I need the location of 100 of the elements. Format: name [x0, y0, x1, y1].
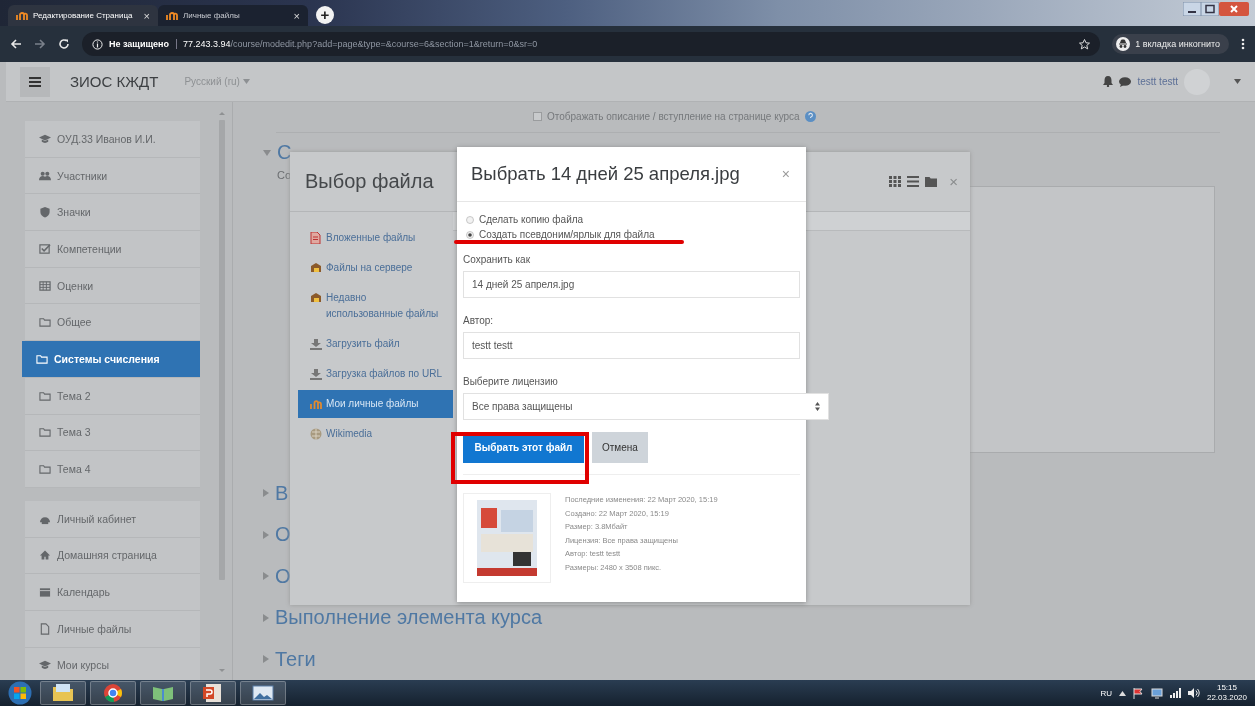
- repository-item[interactable]: Загрузка файлов по URL: [290, 360, 453, 388]
- sidebar-item[interactable]: Общее: [25, 304, 200, 342]
- monitor-icon[interactable]: [1150, 687, 1163, 699]
- tab-close-button[interactable]: ×: [143, 9, 150, 22]
- help-icon[interactable]: [804, 111, 816, 123]
- star-icon[interactable]: [1079, 38, 1091, 50]
- taskbar-button[interactable]: [140, 681, 186, 705]
- sidebar-item[interactable]: Значки: [25, 194, 200, 232]
- section-header[interactable]: С: [263, 136, 292, 169]
- folder-icon: [51, 682, 75, 704]
- chat-icon[interactable]: [1119, 76, 1132, 87]
- license-select[interactable]: Все права защищены: [463, 393, 829, 420]
- repository-item[interactable]: Недавно использованные файлы: [290, 284, 453, 328]
- sidebar-item[interactable]: Мои курсы: [25, 647, 200, 680]
- scrollbar[interactable]: [217, 110, 227, 675]
- folder-icon: [39, 316, 51, 329]
- flag-icon[interactable]: [1132, 687, 1144, 699]
- back-arrow-icon[interactable]: [10, 38, 22, 50]
- checkbox[interactable]: [533, 112, 542, 122]
- shield-icon: [39, 206, 51, 219]
- volume-icon[interactable]: [1187, 688, 1200, 698]
- minimize-icon[interactable]: [1183, 2, 1201, 16]
- new-tab-button[interactable]: +: [316, 6, 334, 24]
- caret-right-icon: [263, 655, 269, 664]
- field-label: Выберите лицензию: [463, 376, 559, 387]
- dialog-title: Выбор файла: [305, 170, 434, 193]
- users-icon: [39, 169, 51, 182]
- sidebar-item[interactable]: Участники: [25, 157, 200, 195]
- user-name[interactable]: testt testt: [1137, 76, 1178, 87]
- language-indicator[interactable]: RU: [1100, 688, 1112, 698]
- tab-close-button[interactable]: ×: [293, 9, 300, 22]
- taskbar-button[interactable]: [190, 681, 236, 705]
- folder-icon: [36, 352, 48, 365]
- site-logo-icon: [16, 10, 28, 21]
- sidebar-item[interactable]: Календарь: [25, 574, 200, 611]
- picture-icon: [251, 682, 275, 704]
- hamburger-icon: [29, 76, 41, 87]
- sidebar-item[interactable]: Тема 2: [25, 377, 200, 415]
- cancel-button[interactable]: Отмена: [592, 432, 648, 463]
- radio-button[interactable]: [466, 230, 474, 239]
- signal-icon[interactable]: [1169, 688, 1181, 698]
- sidebar-item[interactable]: Оценки: [25, 267, 200, 305]
- maximize-icon[interactable]: [1201, 2, 1219, 16]
- checklist-icon: [39, 242, 51, 255]
- site-logo-icon: [166, 10, 178, 21]
- browser-tab[interactable]: Личные файлы ×: [158, 5, 308, 26]
- caret-down-icon: [263, 149, 271, 156]
- folder-icon[interactable]: [925, 176, 938, 187]
- forward-arrow-icon[interactable]: [34, 38, 46, 50]
- sidebar-item[interactable]: Системы счисления: [22, 341, 200, 378]
- site-name[interactable]: ЗИОС КЖДТ: [70, 73, 159, 90]
- section-header[interactable]: О: [263, 514, 291, 556]
- repository-item[interactable]: Загрузить файл: [290, 330, 453, 358]
- menu-button[interactable]: [20, 66, 50, 97]
- sidebar-item[interactable]: Тема 3: [25, 414, 200, 452]
- close-button[interactable]: ×: [949, 173, 958, 190]
- clock-date[interactable]: 22.03.2020: [1206, 693, 1247, 703]
- graduation-cap-icon: [39, 132, 51, 145]
- section-header[interactable]: Выполнение элемента курса: [263, 597, 543, 639]
- sidebar-item[interactable]: Компетенции: [25, 231, 200, 268]
- taskbar-button[interactable]: [240, 681, 286, 705]
- incognito-button[interactable]: 1 вкладка инкогнито: [1112, 34, 1229, 54]
- grid-view-icon[interactable]: [889, 176, 902, 187]
- field-label: Сохранить как: [463, 254, 531, 265]
- address-bar[interactable]: Не защищено 77.243.3.94/course/modedit.php?add=page&type=&course=6&section=1&return=0&sr=0: [82, 32, 1101, 56]
- close-icon[interactable]: [1219, 2, 1249, 16]
- repository-item[interactable]: Мои личные файлы: [298, 390, 453, 418]
- graduation-cap-icon: [39, 659, 51, 672]
- bell-icon[interactable]: [1103, 76, 1114, 87]
- caret-down-icon[interactable]: [1234, 79, 1241, 84]
- info-icon: [92, 38, 103, 50]
- section-header[interactable]: Теги: [263, 638, 316, 680]
- site-logo-icon: [310, 398, 322, 410]
- taskbar-button[interactable]: [40, 681, 86, 705]
- sidebar-item[interactable]: ОУД.33 Иванов И.И.: [25, 121, 200, 158]
- section-header[interactable]: О: [263, 555, 291, 597]
- sidebar-item[interactable]: Домашняя страница: [25, 537, 200, 575]
- menu-icon[interactable]: [1241, 38, 1245, 50]
- reload-icon[interactable]: [58, 38, 70, 50]
- table-icon: [39, 279, 51, 292]
- up-arrow-icon[interactable]: [1118, 690, 1126, 696]
- radio-button[interactable]: [466, 215, 474, 224]
- sidebar-item[interactable]: Личный кабинет: [25, 500, 200, 538]
- url-text: 77.243.3.94/course/modedit.php?add=page&type=&course=6&section=1&return=0&sr=0: [183, 39, 538, 49]
- text-field[interactable]: testt testt: [463, 332, 800, 359]
- clock-time[interactable]: 15:15: [1216, 683, 1237, 693]
- list-view-icon[interactable]: [907, 176, 920, 187]
- document-icon: [310, 232, 322, 244]
- repository-item[interactable]: Файлы на сервере: [290, 254, 453, 282]
- sidebar-item[interactable]: Личные файлы: [25, 610, 200, 648]
- security-label: Не защищено: [109, 39, 178, 49]
- option-label: Сделать копию файла: [479, 214, 584, 225]
- text-field[interactable]: 14 дней 25 апреля.jpg: [463, 271, 800, 298]
- section-header[interactable]: В: [263, 472, 289, 514]
- browser-tab[interactable]: Редактирование Страница ×: [8, 5, 158, 26]
- repository-item[interactable]: Wikimedia: [290, 420, 453, 448]
- sidebar-item[interactable]: Тема 4: [25, 451, 200, 488]
- taskbar-button[interactable]: [90, 681, 136, 705]
- repository-item[interactable]: Вложенные файлы: [290, 224, 453, 252]
- close-button[interactable]: ×: [781, 166, 790, 182]
